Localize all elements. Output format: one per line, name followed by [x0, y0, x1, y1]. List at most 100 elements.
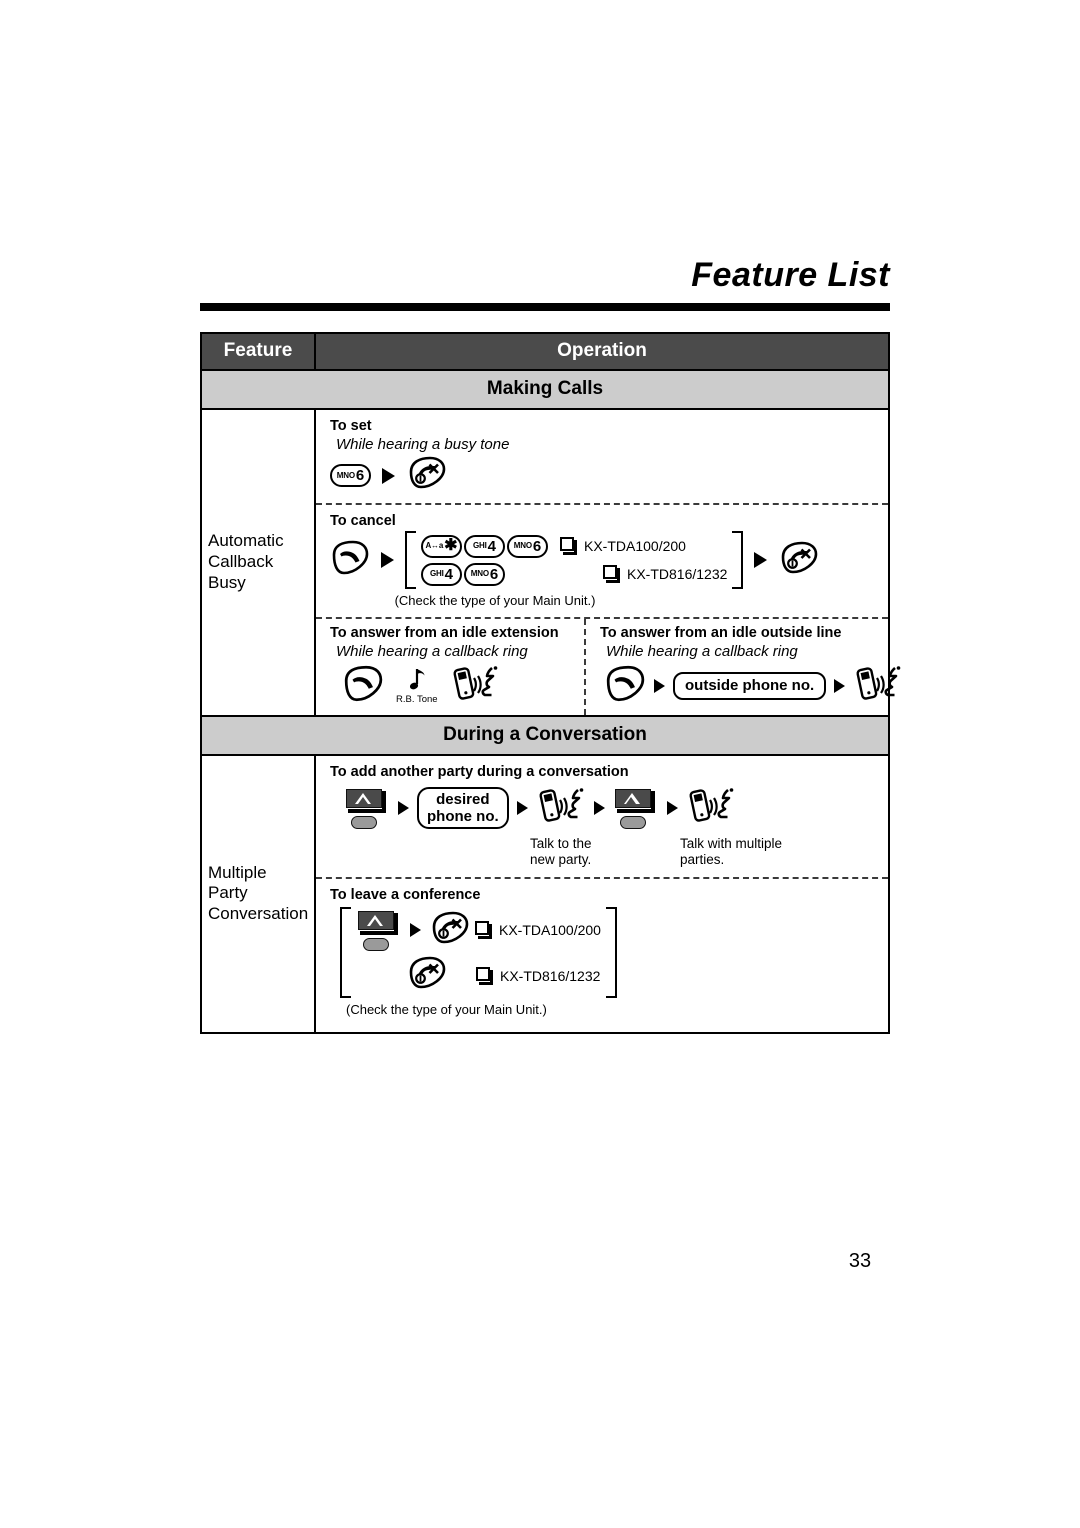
step-caption-talk-multiple-parties: Talk with multiple parties.: [680, 836, 840, 870]
feature-cell-automatic-callback-busy: Automatic Callback Busy: [202, 410, 316, 715]
key-prefix: MNO: [336, 470, 355, 480]
title-rule: [200, 303, 890, 311]
off-hook-icon: [604, 665, 646, 708]
outside-phone-no-box[interactable]: outside phone no.: [673, 672, 827, 700]
feature-table: Feature Operation Making Calls Automatic…: [200, 332, 901, 1034]
bracket-right: [605, 907, 617, 999]
keypad-key-ghi4-icon: GHI 4: [421, 562, 462, 586]
feature-label-line: Automatic: [208, 531, 284, 551]
model-label: KX-TD816/1232: [500, 967, 601, 984]
model-option-kx-tda100-200[interactable]: KX-TDA100/200: [475, 921, 601, 940]
step-flow: A↔a ✱ GHI 4 MNO 6 KX-TDA100/200 GHI 4 MN…: [330, 531, 888, 589]
talking-icon: [853, 664, 903, 709]
bracket-row: KX-TD816/1232: [356, 956, 601, 995]
block-condition: While hearing a callback ring: [336, 642, 528, 660]
arrow-icon: [382, 467, 395, 484]
box-label-line: phone no.: [427, 808, 499, 826]
key-digit: 4: [487, 537, 496, 555]
talking-icon: [686, 786, 736, 831]
page-title: Feature List: [691, 256, 890, 294]
hang-up-icon: [778, 541, 818, 580]
checkbox-icon[interactable]: [476, 966, 494, 985]
step-flow: MNO 6: [330, 456, 888, 495]
model-label: KX-TD816/1232: [627, 566, 728, 582]
table-header-row: Feature Operation: [202, 334, 888, 369]
caption-line: new party.: [530, 852, 592, 868]
feature-label-line: Party: [208, 883, 248, 903]
arrow-icon: [516, 801, 528, 816]
hang-up-icon: [406, 956, 446, 995]
page-number: 33: [848, 1250, 872, 1272]
feature-cell-multiple-party-conversation: Multiple Party Conversation: [202, 755, 316, 1032]
desired-phone-no-box[interactable]: desired phone no.: [417, 786, 509, 830]
operation-cell-multiple-party-conversation: To add another party during a conversati…: [316, 756, 888, 1032]
caption-line: Talk to the: [530, 835, 592, 851]
operation-block-leave-conference: To leave a conference KX-TDA100/200 KX-T…: [316, 879, 888, 1032]
step-caption-talk-new-party-text: Talk to the new party.: [530, 836, 680, 870]
model-option-kx-td816-1232[interactable]: KX-TD816/1232: [476, 966, 601, 985]
table-row: Automatic Callback Busy To set While hea…: [202, 410, 901, 717]
document-page: Feature List Feature Operation Making Ca…: [0, 0, 1080, 1528]
bracket-row: A↔a ✱ GHI 4 MNO 6 KX-TDA100/200: [421, 534, 727, 558]
box-label-line: desired: [436, 790, 490, 808]
tone-label: R.B. Tone: [396, 694, 438, 706]
key-prefix: GHI: [430, 569, 444, 578]
key-prefix: GHI: [473, 541, 487, 550]
feature-label-line: Multiple: [208, 862, 267, 882]
off-hook-icon: [342, 665, 384, 708]
key-prefix: MNO: [513, 541, 532, 550]
key-digit: 6: [489, 565, 499, 583]
model-option-kx-td816-1232[interactable]: KX-TD816/1232: [603, 565, 727, 583]
model-label: KX-TDA100/200: [499, 922, 601, 939]
caption-line: parties.: [680, 852, 725, 868]
key-prefix: MNO: [470, 569, 489, 578]
keypad-key-mno6-icon: MNO 6: [464, 562, 505, 586]
model-label: KX-TDA100/200: [584, 538, 686, 554]
model-option-kx-tda100-200[interactable]: KX-TDA100/200: [560, 537, 686, 555]
operation-block-add-party: To add another party during a conversati…: [316, 756, 888, 878]
hang-up-icon: [406, 456, 446, 495]
step-caption-talk-new-party: [344, 836, 530, 870]
hang-up-icon: [429, 911, 469, 950]
column-header-feature: Feature: [202, 334, 316, 369]
column-header-operation: Operation: [557, 340, 647, 361]
key-digit: 6: [532, 537, 542, 555]
arrow-icon: [593, 801, 605, 816]
section-title-during-a-conversation: During a Conversation: [202, 716, 888, 756]
step-flow: R.B. Tone: [330, 664, 584, 709]
bracket-content: A↔a ✱ GHI 4 MNO 6 KX-TDA100/200 GHI 4 MN…: [416, 531, 732, 589]
block-heading: To add another party during a conversati…: [330, 763, 629, 780]
arrow-icon: [654, 679, 665, 694]
keypad-key-ghi4-icon: GHI 4: [464, 534, 505, 558]
checkbox-icon[interactable]: [475, 921, 493, 940]
feature-label-line: Callback: [208, 551, 274, 571]
arrow-icon: [754, 552, 768, 568]
block-heading: To leave a conference: [330, 887, 481, 904]
step-captions: Talk to the new party. Talk with multipl…: [330, 833, 888, 870]
arrow-icon: [398, 801, 409, 816]
bracket-group-cancel-codes: A↔a ✱ GHI 4 MNO 6 KX-TDA100/200 GHI 4 MN…: [405, 531, 744, 589]
feature-label-line: Busy: [208, 572, 246, 592]
block-note: (Check the type of your Main Unit.): [394, 593, 596, 608]
bracket-right: [732, 531, 744, 589]
block-note: (Check the type of your Main Unit.): [346, 1002, 547, 1018]
table-row: Multiple Party Conversation To add anoth…: [202, 755, 888, 1032]
block-heading: To answer from an idle outside line: [600, 624, 842, 641]
off-hook-icon: [330, 540, 370, 581]
checkbox-icon[interactable]: [560, 537, 578, 555]
operation-cell-automatic-callback-busy: To set While hearing a busy tone MNO 6 T…: [316, 410, 901, 715]
feature-label-line: Conversation: [208, 904, 309, 924]
talking-icon: [450, 664, 500, 709]
key-digit: 6: [355, 467, 365, 484]
keypad-key-star-icon: A↔a ✱: [421, 534, 462, 558]
operation-block-answer-split: To answer from an idle extension While h…: [316, 618, 901, 715]
operation-block-to-cancel: To cancel A↔a ✱ GHI 4 MNO 6 KX-TDA100/20…: [316, 505, 888, 617]
bracket-row: KX-TDA100/200: [356, 910, 601, 952]
step-flow: desired phone no.: [330, 786, 888, 831]
bracket-group-leave-codes: KX-TDA100/200 KX-TD816/1232: [340, 907, 617, 999]
keypad-key-mno6-icon: MNO 6: [330, 464, 371, 487]
keypad-key-mno6-icon: MNO 6: [507, 534, 548, 558]
answer-from-idle-outside-line: To answer from an idle outside line Whil…: [586, 619, 901, 715]
talking-icon: [536, 786, 586, 831]
checkbox-icon[interactable]: [603, 565, 621, 583]
